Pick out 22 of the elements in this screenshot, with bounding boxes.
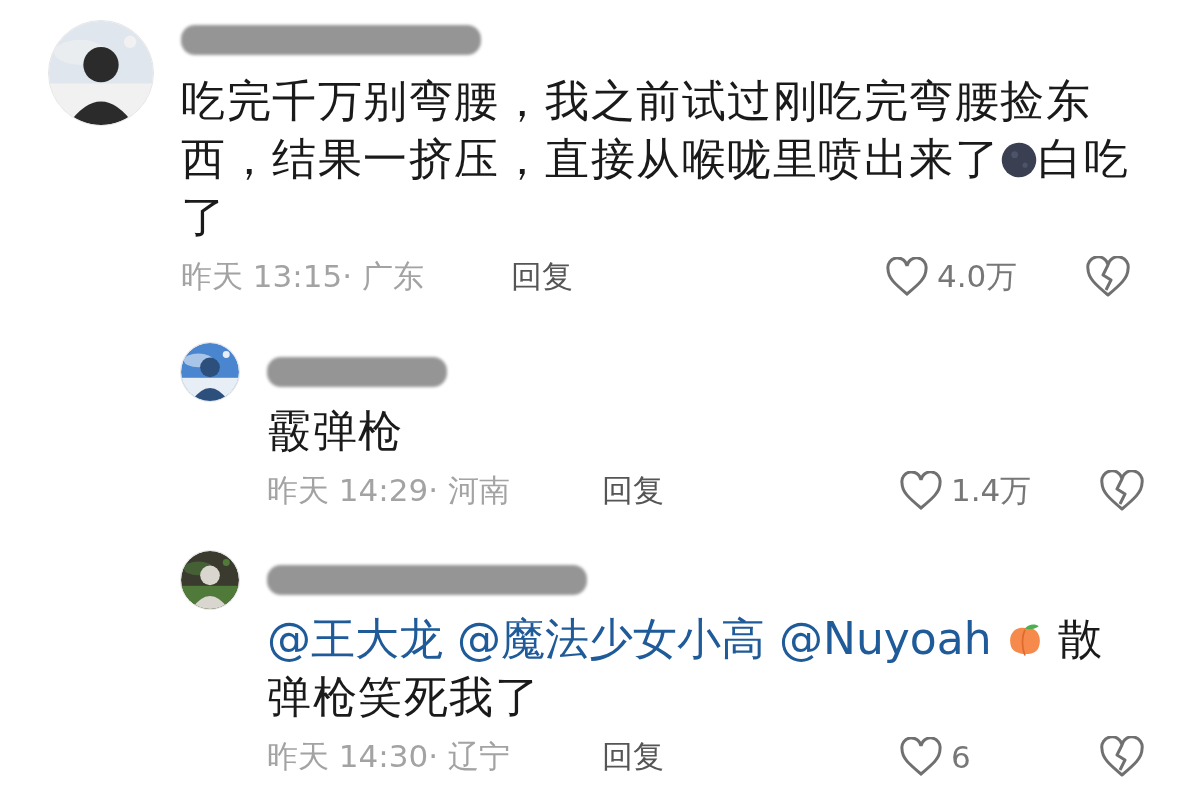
comment-text: @王大龙 @魔法少女小高 @Nuyoah 散弹枪笑死我了 (267, 612, 1105, 724)
reply-button[interactable]: 回复 (602, 470, 664, 512)
reply-button[interactable]: 回复 (602, 736, 664, 778)
broken-heart-icon[interactable] (1099, 470, 1145, 512)
comment-text: 霰弹枪 (267, 404, 405, 458)
like-count: 1.4万 (951, 471, 1032, 510)
like-count: 4.0万 (937, 257, 1018, 296)
mention-link[interactable]: @Nuyoah (779, 613, 992, 664)
heart-icon[interactable] (899, 737, 943, 777)
mention-link[interactable]: @王大龙 (267, 613, 443, 664)
moon-emoji-icon (1000, 141, 1038, 179)
heart-icon[interactable] (899, 471, 943, 511)
heart-icon[interactable] (885, 257, 929, 297)
broken-heart-icon[interactable] (1085, 256, 1131, 298)
timestamp: 昨天 14:30· 辽宁 (267, 737, 511, 776)
broken-heart-icon[interactable] (1099, 736, 1145, 778)
reply-button[interactable]: 回复 (511, 256, 573, 298)
timestamp: 昨天 14:29· 河南 (267, 471, 511, 510)
mention-link[interactable]: @魔法少女小高 (457, 613, 765, 664)
like-count: 6 (951, 739, 971, 775)
comment-text: 吃完千万别弯腰，我之前试过刚吃完弯腰捡东西，结果一挤压，直接从喉咙里喷出来了 白吃了 (181, 74, 1130, 244)
timestamp: 昨天 13:15· 广东 (181, 257, 425, 296)
